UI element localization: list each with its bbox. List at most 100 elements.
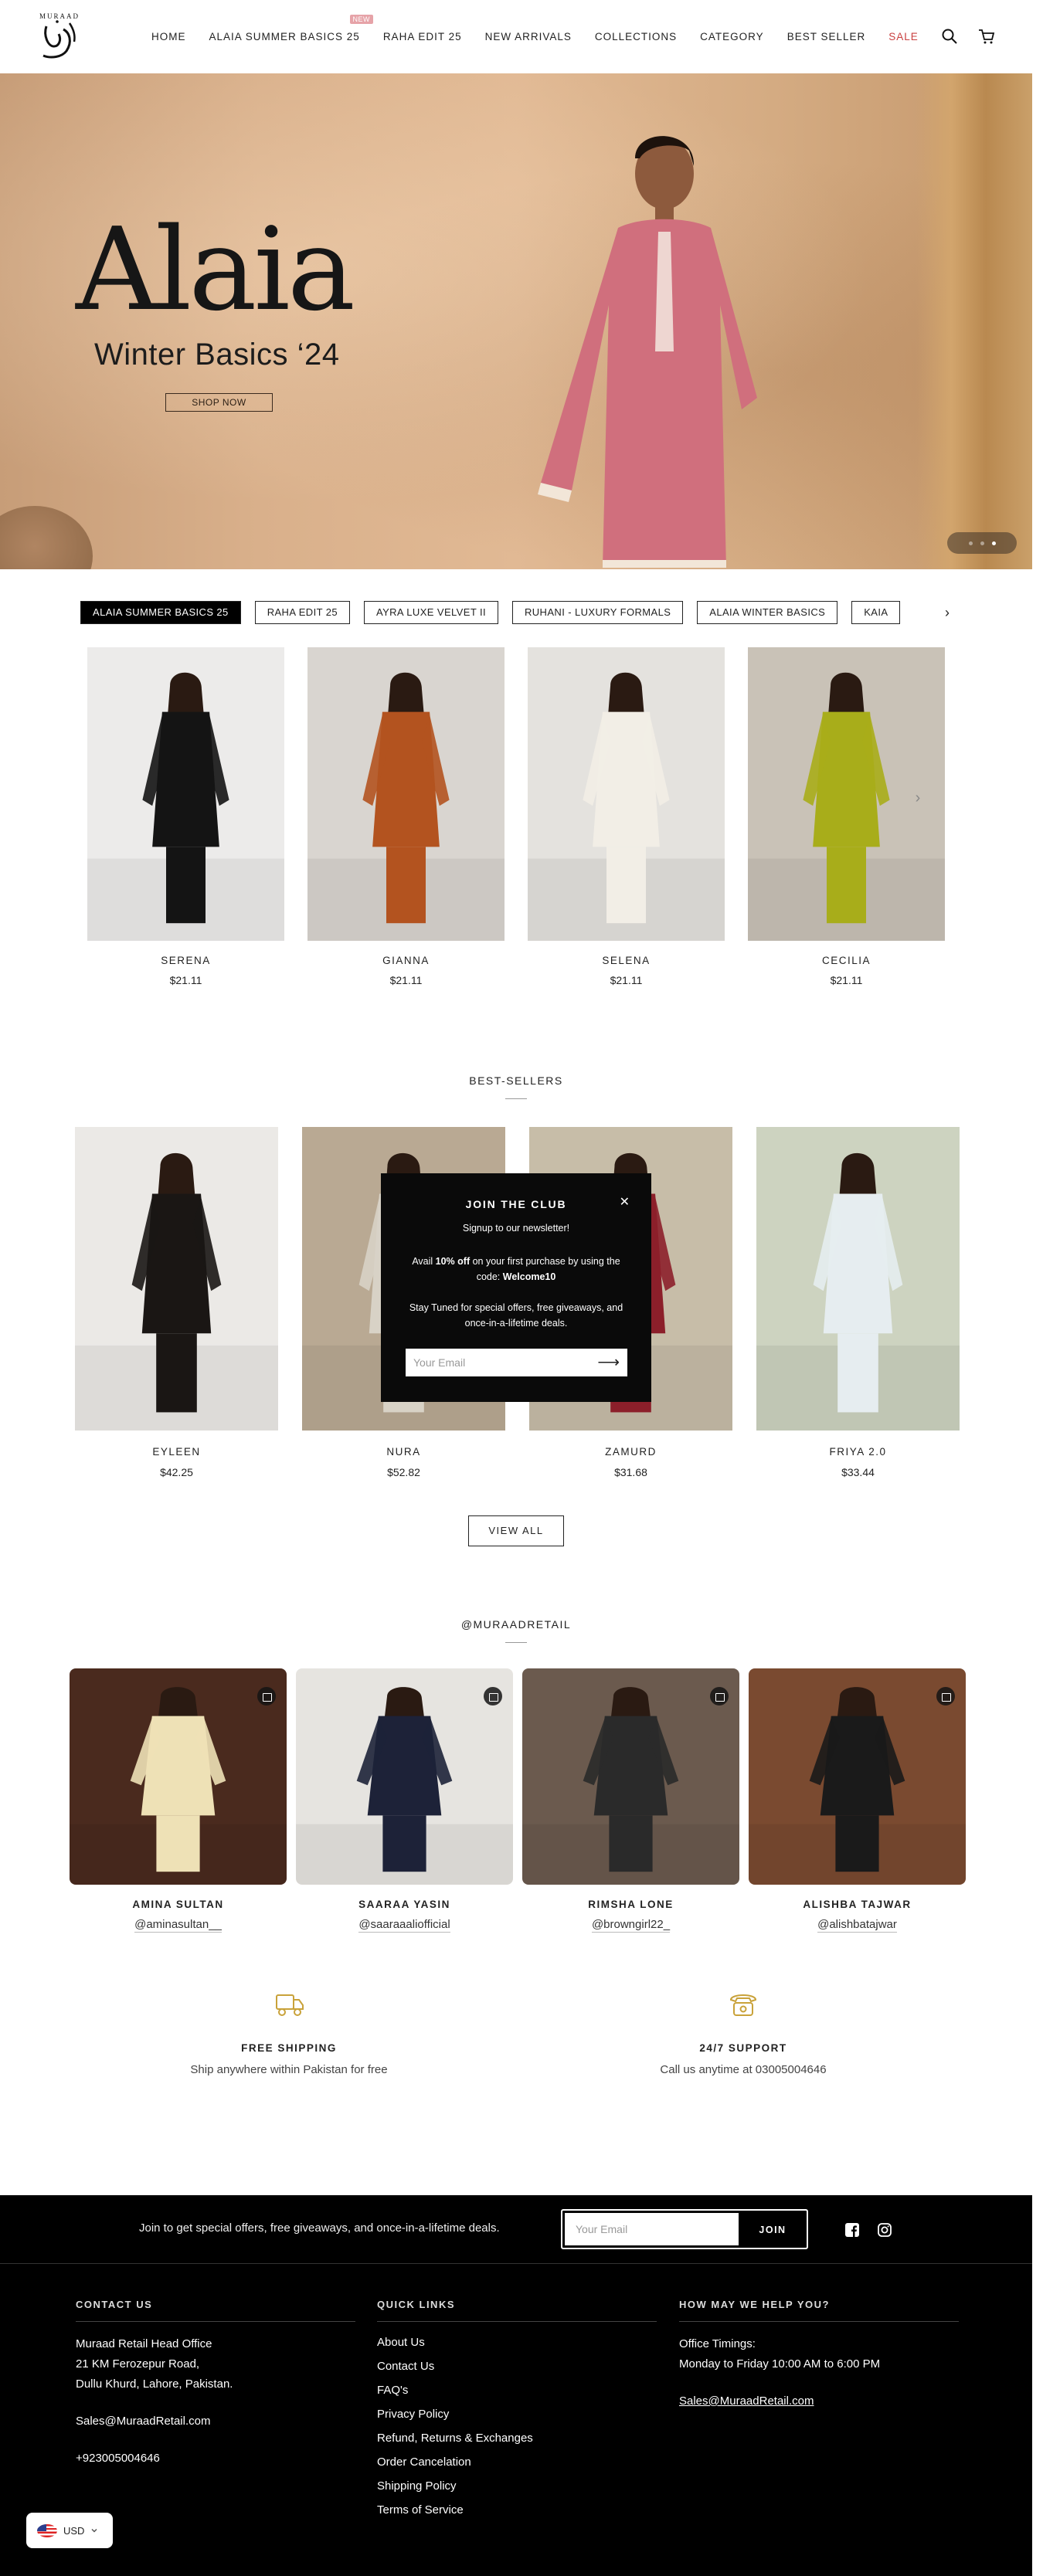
footer-link-terms[interactable]: Terms of Service <box>377 2503 657 2517</box>
contact-phone[interactable]: +923005004646 <box>76 2450 355 2467</box>
product-image[interactable] <box>87 647 284 941</box>
search-icon[interactable] <box>941 28 958 45</box>
instagram-feed: AMINA SULTAN @aminasultan__ SAARAA YASIN… <box>70 1668 966 1946</box>
post-image[interactable] <box>70 1668 287 1885</box>
post-handle[interactable]: @aminasultan__ <box>70 1918 287 1933</box>
slide-dot[interactable] <box>980 541 984 545</box>
footer-link-cancelation[interactable]: Order Cancelation <box>377 2456 657 2469</box>
cart-icon[interactable] <box>978 28 995 45</box>
tabs-next-icon[interactable]: › <box>936 602 958 624</box>
contact-email[interactable]: Sales@MuraadRetail.com <box>76 2413 355 2430</box>
footer-link-privacy[interactable]: Privacy Policy <box>377 2408 657 2421</box>
nav-raha-edit[interactable]: Raha Edit 25 <box>383 31 462 42</box>
shopping-bag-icon[interactable] <box>484 1687 502 1705</box>
product-image[interactable] <box>756 1127 960 1431</box>
slide-dot[interactable] <box>968 541 973 545</box>
product-image[interactable] <box>307 647 505 941</box>
hero-banner[interactable]: Alaia Winter Basics ‘24 SHOP NOW <box>0 73 1032 569</box>
tab-alaia-summer-basics[interactable]: ALAIA SUMMER BASICS 25 <box>80 601 241 624</box>
facebook-icon[interactable] <box>844 2222 860 2238</box>
brand-logo[interactable]: MURAAD <box>36 11 83 63</box>
footer-email-input[interactable]: Your Email <box>565 2213 739 2245</box>
shopping-bag-icon[interactable] <box>936 1687 955 1705</box>
product-name[interactable]: SERENA <box>87 955 284 966</box>
address-line: Muraad Retail Head Office <box>76 2337 212 2350</box>
nav-sale[interactable]: Sale <box>888 31 919 42</box>
instagram-post[interactable]: SAARAA YASIN @saaraaaliofficial <box>296 1668 513 1933</box>
popup-email-input[interactable]: Your Email ⟶ <box>406 1349 627 1376</box>
view-all-button[interactable]: VIEW ALL <box>468 1515 564 1546</box>
slide-indicator[interactable] <box>947 532 1017 554</box>
carousel-next-icon[interactable]: › <box>910 786 926 809</box>
nav-new-arrivals[interactable]: New Arrivals <box>485 31 572 42</box>
instagram-title[interactable]: @MURAADRETAIL <box>0 1618 1032 1631</box>
join-button[interactable]: JOIN <box>742 2216 803 2242</box>
product-name[interactable]: FRIYA 2.0 <box>756 1446 960 1458</box>
tab-alaia-winter-basics[interactable]: ALAIA WINTER BASICS <box>697 601 838 624</box>
section-divider <box>505 1098 527 1099</box>
product-card[interactable]: SELENA $21.11 <box>528 647 725 986</box>
shopping-bag-icon[interactable] <box>257 1687 276 1705</box>
shopping-bag-icon[interactable] <box>710 1687 729 1705</box>
product-image[interactable] <box>75 1127 278 1431</box>
post-author-name: SAARAA YASIN <box>358 1899 450 1910</box>
footer-link-contact[interactable]: Contact Us <box>377 2360 657 2373</box>
product-card[interactable]: FRIYA 2.0 $33.44 <box>756 1127 960 1478</box>
tab-ayra-luxe-velvet[interactable]: AYRA LUXE VELVET II <box>363 601 498 624</box>
site-footer: Join to get special offers, free giveawa… <box>0 2195 1032 2576</box>
post-handle[interactable]: @saaraaaliofficial <box>296 1918 513 1933</box>
nav-alaia-summer-basics[interactable]: Alaia Summer Basics 25 NEW <box>209 15 373 42</box>
product-image[interactable] <box>528 647 725 941</box>
product-price: $21.11 <box>389 974 423 986</box>
shop-now-button[interactable]: SHOP NOW <box>165 393 273 412</box>
post-image[interactable] <box>522 1668 739 1885</box>
nav-home[interactable]: Home <box>151 31 186 42</box>
footer-link-refund[interactable]: Refund, Returns & Exchanges <box>377 2432 657 2445</box>
nav-category[interactable]: Category <box>700 31 764 42</box>
post-author-name: RIMSHA LONE <box>588 1899 674 1910</box>
nav-collections[interactable]: Collections <box>595 31 677 42</box>
instagram-post[interactable]: RIMSHA LONE @browngirl22_ <box>522 1668 739 1933</box>
post-image[interactable] <box>296 1668 513 1885</box>
product-name[interactable]: CECILIA <box>748 955 945 966</box>
tab-ruhani[interactable]: RUHANI - LUXURY FORMALS <box>511 601 684 624</box>
nav-best-seller[interactable]: Best Seller <box>787 31 866 42</box>
section-divider <box>505 1642 527 1643</box>
figure-trousers <box>386 847 426 924</box>
instagram-icon[interactable] <box>877 2222 892 2238</box>
footer-link-faqs[interactable]: FAQ's <box>377 2384 657 2397</box>
offer-discount: 10% off <box>435 1256 471 1267</box>
footer-quick-links-column: QUICK LINKS About Us Contact Us FAQ's Pr… <box>377 2299 657 2517</box>
close-icon[interactable]: ✕ <box>620 1196 630 1209</box>
quick-links-heading: QUICK LINKS <box>377 2299 657 2322</box>
footer-link-shipping[interactable]: Shipping Policy <box>377 2479 657 2493</box>
help-email[interactable]: Sales@MuraadRetail.com <box>679 2393 959 2410</box>
popup-offer: Avail 10% off on your first purchase by … <box>404 1254 628 1285</box>
product-card[interactable]: EYLEEN $42.25 <box>75 1127 278 1478</box>
footer-link-about[interactable]: About Us <box>377 2336 657 2349</box>
product-name[interactable]: GIANNA <box>307 955 505 966</box>
post-author-name: ALISHBA TAJWAR <box>803 1899 912 1910</box>
tab-raha-edit[interactable]: RAHA EDIT 25 <box>254 601 350 624</box>
post-handle[interactable]: @browngirl22_ <box>522 1918 739 1933</box>
product-card[interactable]: SERENA $21.11 <box>87 647 284 986</box>
post-image[interactable] <box>749 1668 966 1885</box>
phone-icon <box>729 1994 757 2016</box>
product-card[interactable]: GIANNA $21.11 <box>307 647 505 986</box>
product-name[interactable]: SELENA <box>528 955 725 966</box>
product-name[interactable]: NURA <box>302 1446 505 1458</box>
nav-alaia-label: Alaia Summer Basics 25 <box>209 31 360 42</box>
product-name[interactable]: EYLEEN <box>75 1446 278 1458</box>
product-card[interactable]: CECILIA $21.11 <box>748 647 945 986</box>
product-name[interactable]: ZAMURD <box>529 1446 732 1458</box>
product-price: $21.11 <box>169 974 202 986</box>
product-figure <box>87 647 284 941</box>
currency-selector[interactable]: USD <box>26 2513 113 2548</box>
tab-kaia[interactable]: KAIA <box>851 601 901 624</box>
arrow-right-icon[interactable]: ⟶ <box>597 1349 620 1376</box>
instagram-post[interactable]: AMINA SULTAN @aminasultan__ <box>70 1668 287 1933</box>
newsletter-popup: ✕ JOIN THE CLUB Signup to our newsletter… <box>381 1173 651 1402</box>
post-handle[interactable]: @alishbatajwar <box>749 1918 966 1933</box>
slide-dot-active[interactable] <box>991 541 996 545</box>
instagram-post[interactable]: ALISHBA TAJWAR @alishbatajwar <box>749 1668 966 1933</box>
